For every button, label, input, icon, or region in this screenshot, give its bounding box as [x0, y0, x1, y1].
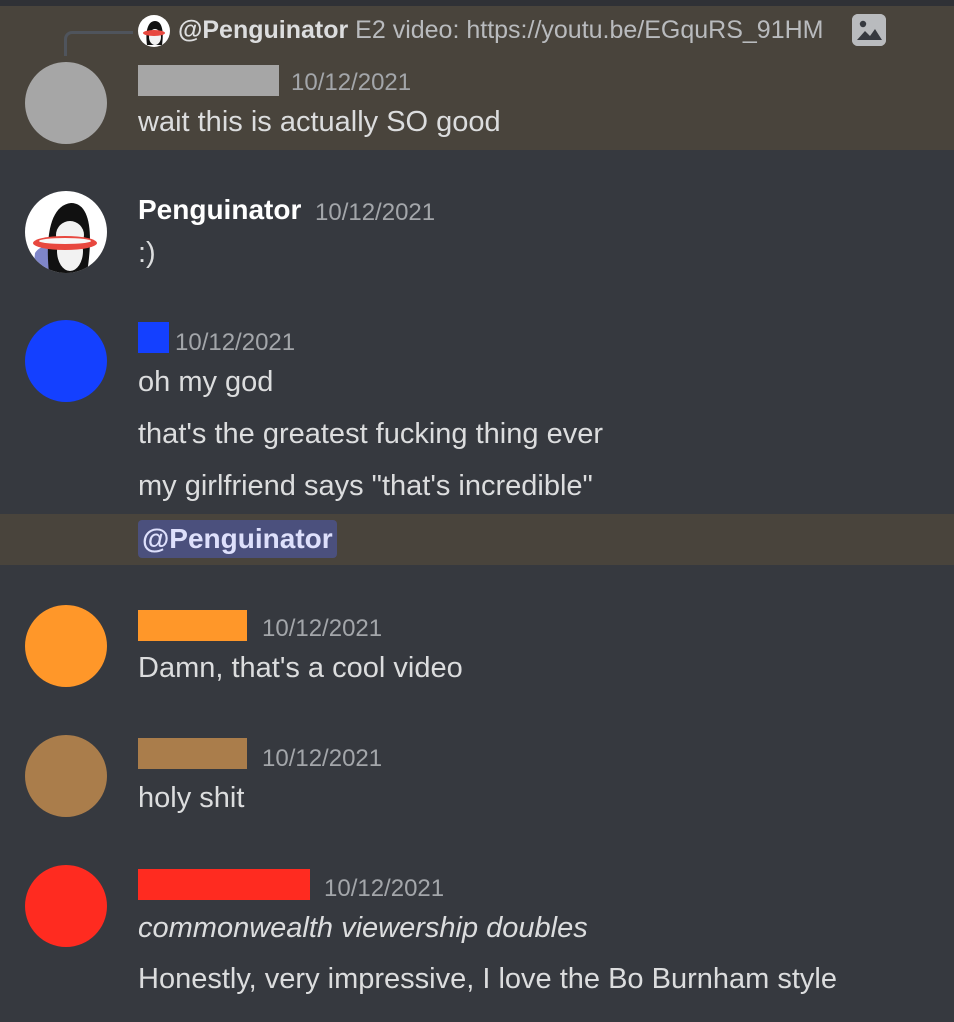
timestamp[interactable]: 10/12/2021 — [262, 745, 382, 773]
timestamp[interactable]: 10/12/2021 — [315, 199, 435, 227]
timestamp[interactable]: 10/12/2021 — [262, 615, 382, 643]
message-text: Damn, that's a cool video — [138, 652, 463, 684]
timestamp[interactable]: 10/12/2021 — [324, 875, 444, 903]
reply-content: E2 video: https://youtu.be/EGquRS_91HM — [355, 16, 824, 44]
reply-author[interactable]: @Penguinator — [178, 16, 348, 44]
penguin-avatar-icon — [33, 203, 97, 273]
username[interactable]: Penguinator — [138, 194, 301, 226]
timestamp[interactable]: 10/12/2021 — [175, 329, 295, 357]
message-text: my girlfriend says "that's incredible" — [138, 470, 593, 502]
reply-preview[interactable]: @Penguinator E2 video: https://youtu.be/… — [178, 16, 824, 45]
avatar[interactable] — [25, 191, 107, 273]
message-text: commonwealth viewership doubles — [138, 912, 588, 944]
timestamp[interactable]: 10/12/2021 — [291, 69, 411, 97]
avatar[interactable] — [25, 735, 107, 817]
redacted-username — [138, 65, 279, 96]
reply-avatar[interactable] — [138, 15, 170, 47]
message-text: holy shit — [138, 782, 245, 814]
reply-connector — [64, 31, 133, 56]
redacted-username — [138, 610, 247, 641]
message-text: :) — [138, 237, 156, 269]
message-text: Honestly, very impressive, I love the Bo… — [138, 963, 837, 995]
message-text: wait this is actually SO good — [138, 106, 501, 138]
avatar[interactable] — [25, 62, 107, 144]
avatar[interactable] — [25, 605, 107, 687]
image-glyph — [852, 14, 886, 46]
image-icon[interactable] — [852, 14, 886, 46]
avatar[interactable] — [25, 865, 107, 947]
message-text: oh my god — [138, 366, 274, 398]
message-text: that's the greatest fucking thing ever — [138, 418, 603, 450]
redacted-username — [138, 738, 247, 769]
redacted-username — [138, 322, 169, 353]
avatar[interactable] — [25, 320, 107, 402]
redacted-username — [138, 869, 310, 900]
penguin-avatar-icon — [143, 21, 165, 45]
user-mention[interactable]: @Penguinator — [138, 520, 337, 558]
